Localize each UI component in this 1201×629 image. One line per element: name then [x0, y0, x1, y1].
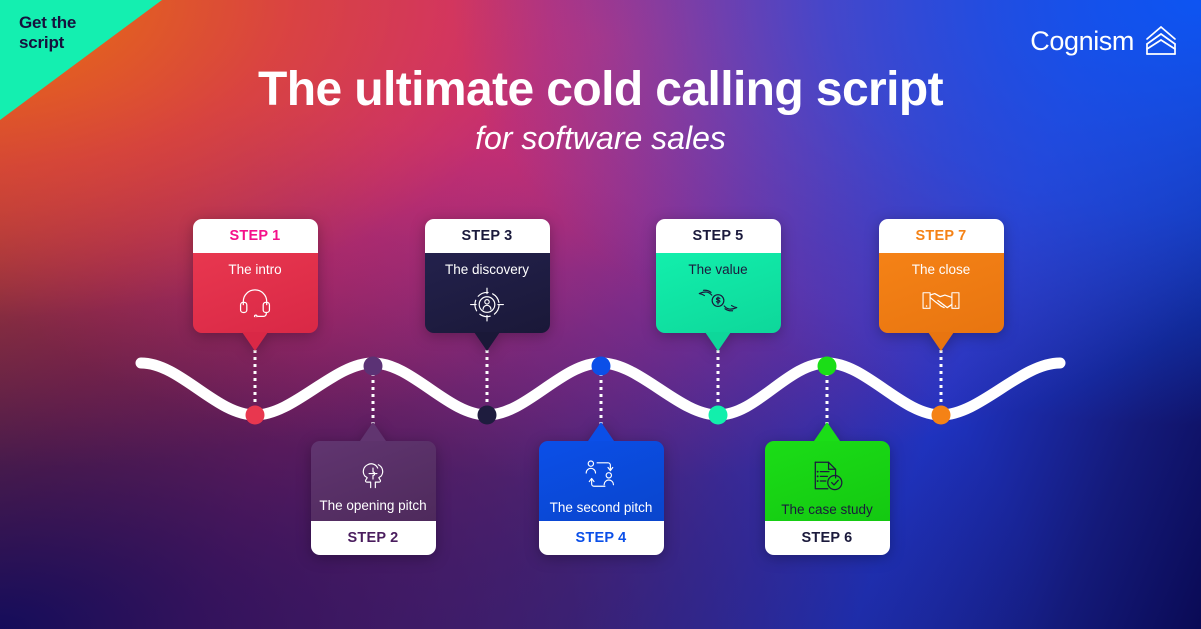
step-label-6: STEP 6 — [764, 521, 890, 555]
brand-logo-text: Cognism — [1030, 25, 1134, 56]
step-body-3: The discovery — [424, 253, 550, 333]
timeline-node-step-4[interactable] — [591, 356, 611, 376]
step-card-inner: STEP 5 The value — [655, 219, 781, 333]
step-card-inner: STEP 3 The discovery — [424, 219, 550, 333]
step-title-5: The value — [688, 262, 748, 277]
two-people-exchange-icon — [581, 458, 622, 495]
step-body-1: The intro — [192, 253, 318, 333]
step-pointer-4 — [588, 422, 614, 441]
handshake-icon — [920, 286, 962, 320]
step-label-5: STEP 5 — [655, 219, 781, 253]
step-pointer-5 — [705, 332, 731, 351]
step-card-inner: STEP 7 The close — [878, 219, 1004, 333]
step-card-4[interactable]: The second pitch STEP 4 — [538, 422, 664, 555]
timeline-node-step-3[interactable] — [477, 405, 497, 425]
step-label-4: STEP 4 — [538, 521, 664, 555]
step-body-2: The opening pitch — [310, 441, 436, 521]
timeline-node-step-6[interactable] — [817, 356, 837, 376]
step-card-3[interactable]: STEP 3 The discovery — [424, 219, 550, 351]
page-title: The ultimate cold calling script — [258, 63, 944, 116]
step-label-7: STEP 7 — [878, 219, 1004, 253]
step-body-7: The close — [878, 253, 1004, 333]
step-label-1: STEP 1 — [192, 219, 318, 253]
step-card-inner: The second pitch STEP 4 — [538, 441, 664, 555]
step-body-5: The value — [655, 253, 781, 333]
page-subtitle: for software sales — [475, 120, 726, 156]
step-title-7: The close — [911, 262, 971, 277]
step-title-1: The intro — [228, 262, 282, 277]
timeline-node-step-2[interactable] — [363, 356, 383, 376]
step-card-7[interactable]: STEP 7 The close — [878, 219, 1004, 351]
step-body-4: The second pitch — [538, 441, 664, 521]
step-label-2: STEP 2 — [310, 521, 436, 555]
step-title-4: The second pitch — [549, 500, 653, 515]
step-pointer-6 — [814, 422, 840, 441]
step-title-3: The discovery — [444, 262, 530, 277]
hands-holding-dollar-icon — [697, 286, 739, 320]
document-check-icon — [809, 458, 845, 496]
timeline-node-step-7[interactable] — [931, 405, 951, 425]
target-person-icon — [469, 287, 505, 327]
step-body-6: The case study — [764, 441, 890, 521]
step-card-2[interactable]: The opening pitch STEP 2 — [310, 422, 436, 555]
step-title-6: The case study — [781, 502, 873, 517]
step-pointer-7 — [928, 332, 954, 351]
step-label-3: STEP 3 — [424, 219, 550, 253]
head-puzzle-icon — [354, 458, 393, 493]
timeline-node-step-5[interactable] — [708, 405, 728, 425]
step-card-1[interactable]: STEP 1 The intro — [192, 219, 318, 351]
brand-logo: Cognism — [1030, 24, 1179, 58]
step-title-2: The opening pitch — [319, 498, 427, 513]
step-card-inner: The case study STEP 6 — [764, 441, 890, 555]
stacked-chevron-mountain-icon — [1143, 24, 1179, 58]
step-pointer-1 — [242, 332, 268, 351]
step-card-6[interactable]: The case study STEP 6 — [764, 422, 890, 555]
headset-icon — [237, 286, 273, 321]
step-pointer-3 — [474, 332, 500, 351]
step-card-5[interactable]: STEP 5 The value — [655, 219, 781, 351]
step-card-inner: STEP 1 The intro — [192, 219, 318, 333]
step-pointer-2 — [360, 422, 386, 441]
timeline-node-step-1[interactable] — [245, 405, 265, 425]
step-card-inner: The opening pitch STEP 2 — [310, 441, 436, 555]
corner-flag-label: Get the script — [19, 13, 77, 53]
infographic-canvas: Get the script Cognism The ultimate cold… — [0, 0, 1201, 629]
